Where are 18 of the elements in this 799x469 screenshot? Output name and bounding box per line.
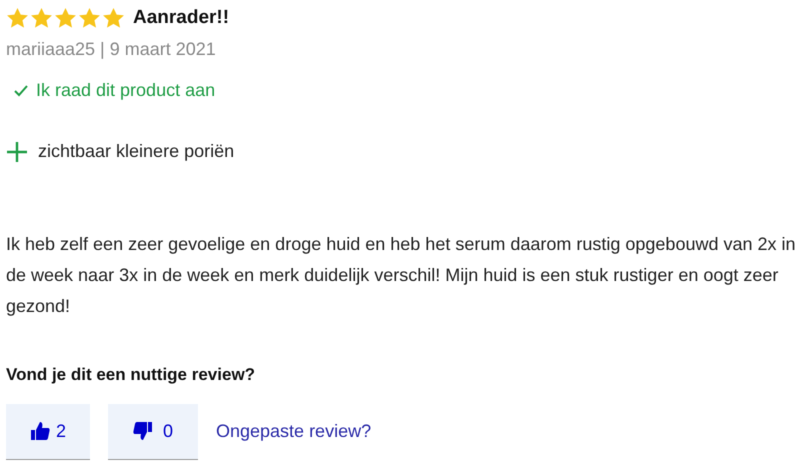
helpful-question: Vond je dit een nuttige review? <box>6 364 256 386</box>
check-icon <box>14 84 28 96</box>
review-body: Ik heb zelf een zeer gevoelige en droge huid en heb het serum daarom rustig opgebouwd van 2x in de week naar 3x in de week en merk duidelijk verschil! Mijn huid is een stuk rustiger en oogt zeer gezond! <box>6 233 797 318</box>
thumbs-down-icon <box>132 421 153 441</box>
review-title: Aanrader!! <box>133 6 230 30</box>
star-icon <box>102 7 125 29</box>
report-link[interactable]: Ongepaste review? <box>216 418 372 445</box>
plus-icon <box>6 140 28 162</box>
recommend-text: Ik raad dit product aan <box>36 79 216 102</box>
thumbs-up-icon <box>30 421 50 441</box>
review-meta: mariiaaa25 | 9 maart 2021 <box>6 38 217 61</box>
pro-text: zichtbaar kleinere poriën <box>38 140 234 163</box>
thumbs-down-button[interactable]: 0 <box>108 404 198 460</box>
star-icon <box>54 7 77 29</box>
star-icon <box>6 7 29 29</box>
thumbs-up-button[interactable]: 2 <box>6 404 90 460</box>
star-icon <box>78 7 101 29</box>
star-icon <box>30 7 53 29</box>
